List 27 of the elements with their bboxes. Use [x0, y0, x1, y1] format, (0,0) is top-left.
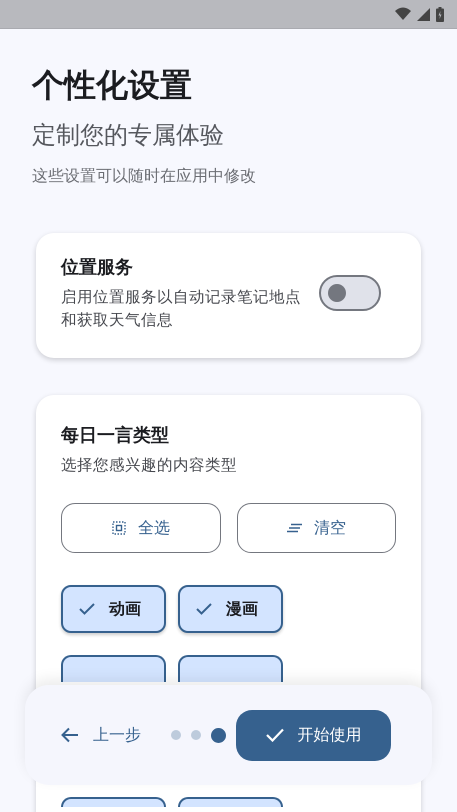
clear-button[interactable]: 清空 — [236, 503, 396, 553]
lines-icon — [286, 523, 302, 533]
page-title: 个性化设置 — [32, 65, 193, 106]
hint-text: 这些设置可以随时在应用中修改 — [32, 165, 257, 187]
card-description: 选择您感兴趣的内容类型 — [61, 455, 238, 476]
page-subtitle: 定制您的专属体验 — [32, 120, 225, 151]
back-button[interactable]: 上一步 — [61, 724, 141, 746]
battery-icon — [436, 6, 444, 22]
check-icon — [266, 728, 284, 742]
check-icon — [79, 603, 95, 615]
signal-icon — [417, 8, 430, 20]
select-all-button[interactable]: 全选 — [61, 503, 220, 553]
check-icon — [196, 603, 212, 615]
filter-chip[interactable] — [178, 655, 283, 682]
filter-chip[interactable]: 动画 — [61, 585, 166, 633]
card-title: 每日一言类型 — [61, 424, 170, 448]
filter-chip[interactable] — [61, 655, 166, 682]
filter-chip[interactable]: 漫画 — [178, 585, 283, 633]
start-button[interactable]: 开始使用 — [236, 710, 391, 760]
back-arrow-icon — [61, 727, 79, 743]
wifi-icon — [395, 7, 411, 21]
card-description: 启用位置服务以自动记录笔记地点和获取天气信息 — [61, 287, 301, 331]
select-all-icon — [112, 521, 126, 535]
toggle-switch[interactable] — [319, 275, 381, 311]
filter-chip[interactable] — [61, 797, 166, 807]
card-title: 位置服务 — [61, 256, 134, 280]
filter-chip[interactable] — [178, 797, 283, 807]
